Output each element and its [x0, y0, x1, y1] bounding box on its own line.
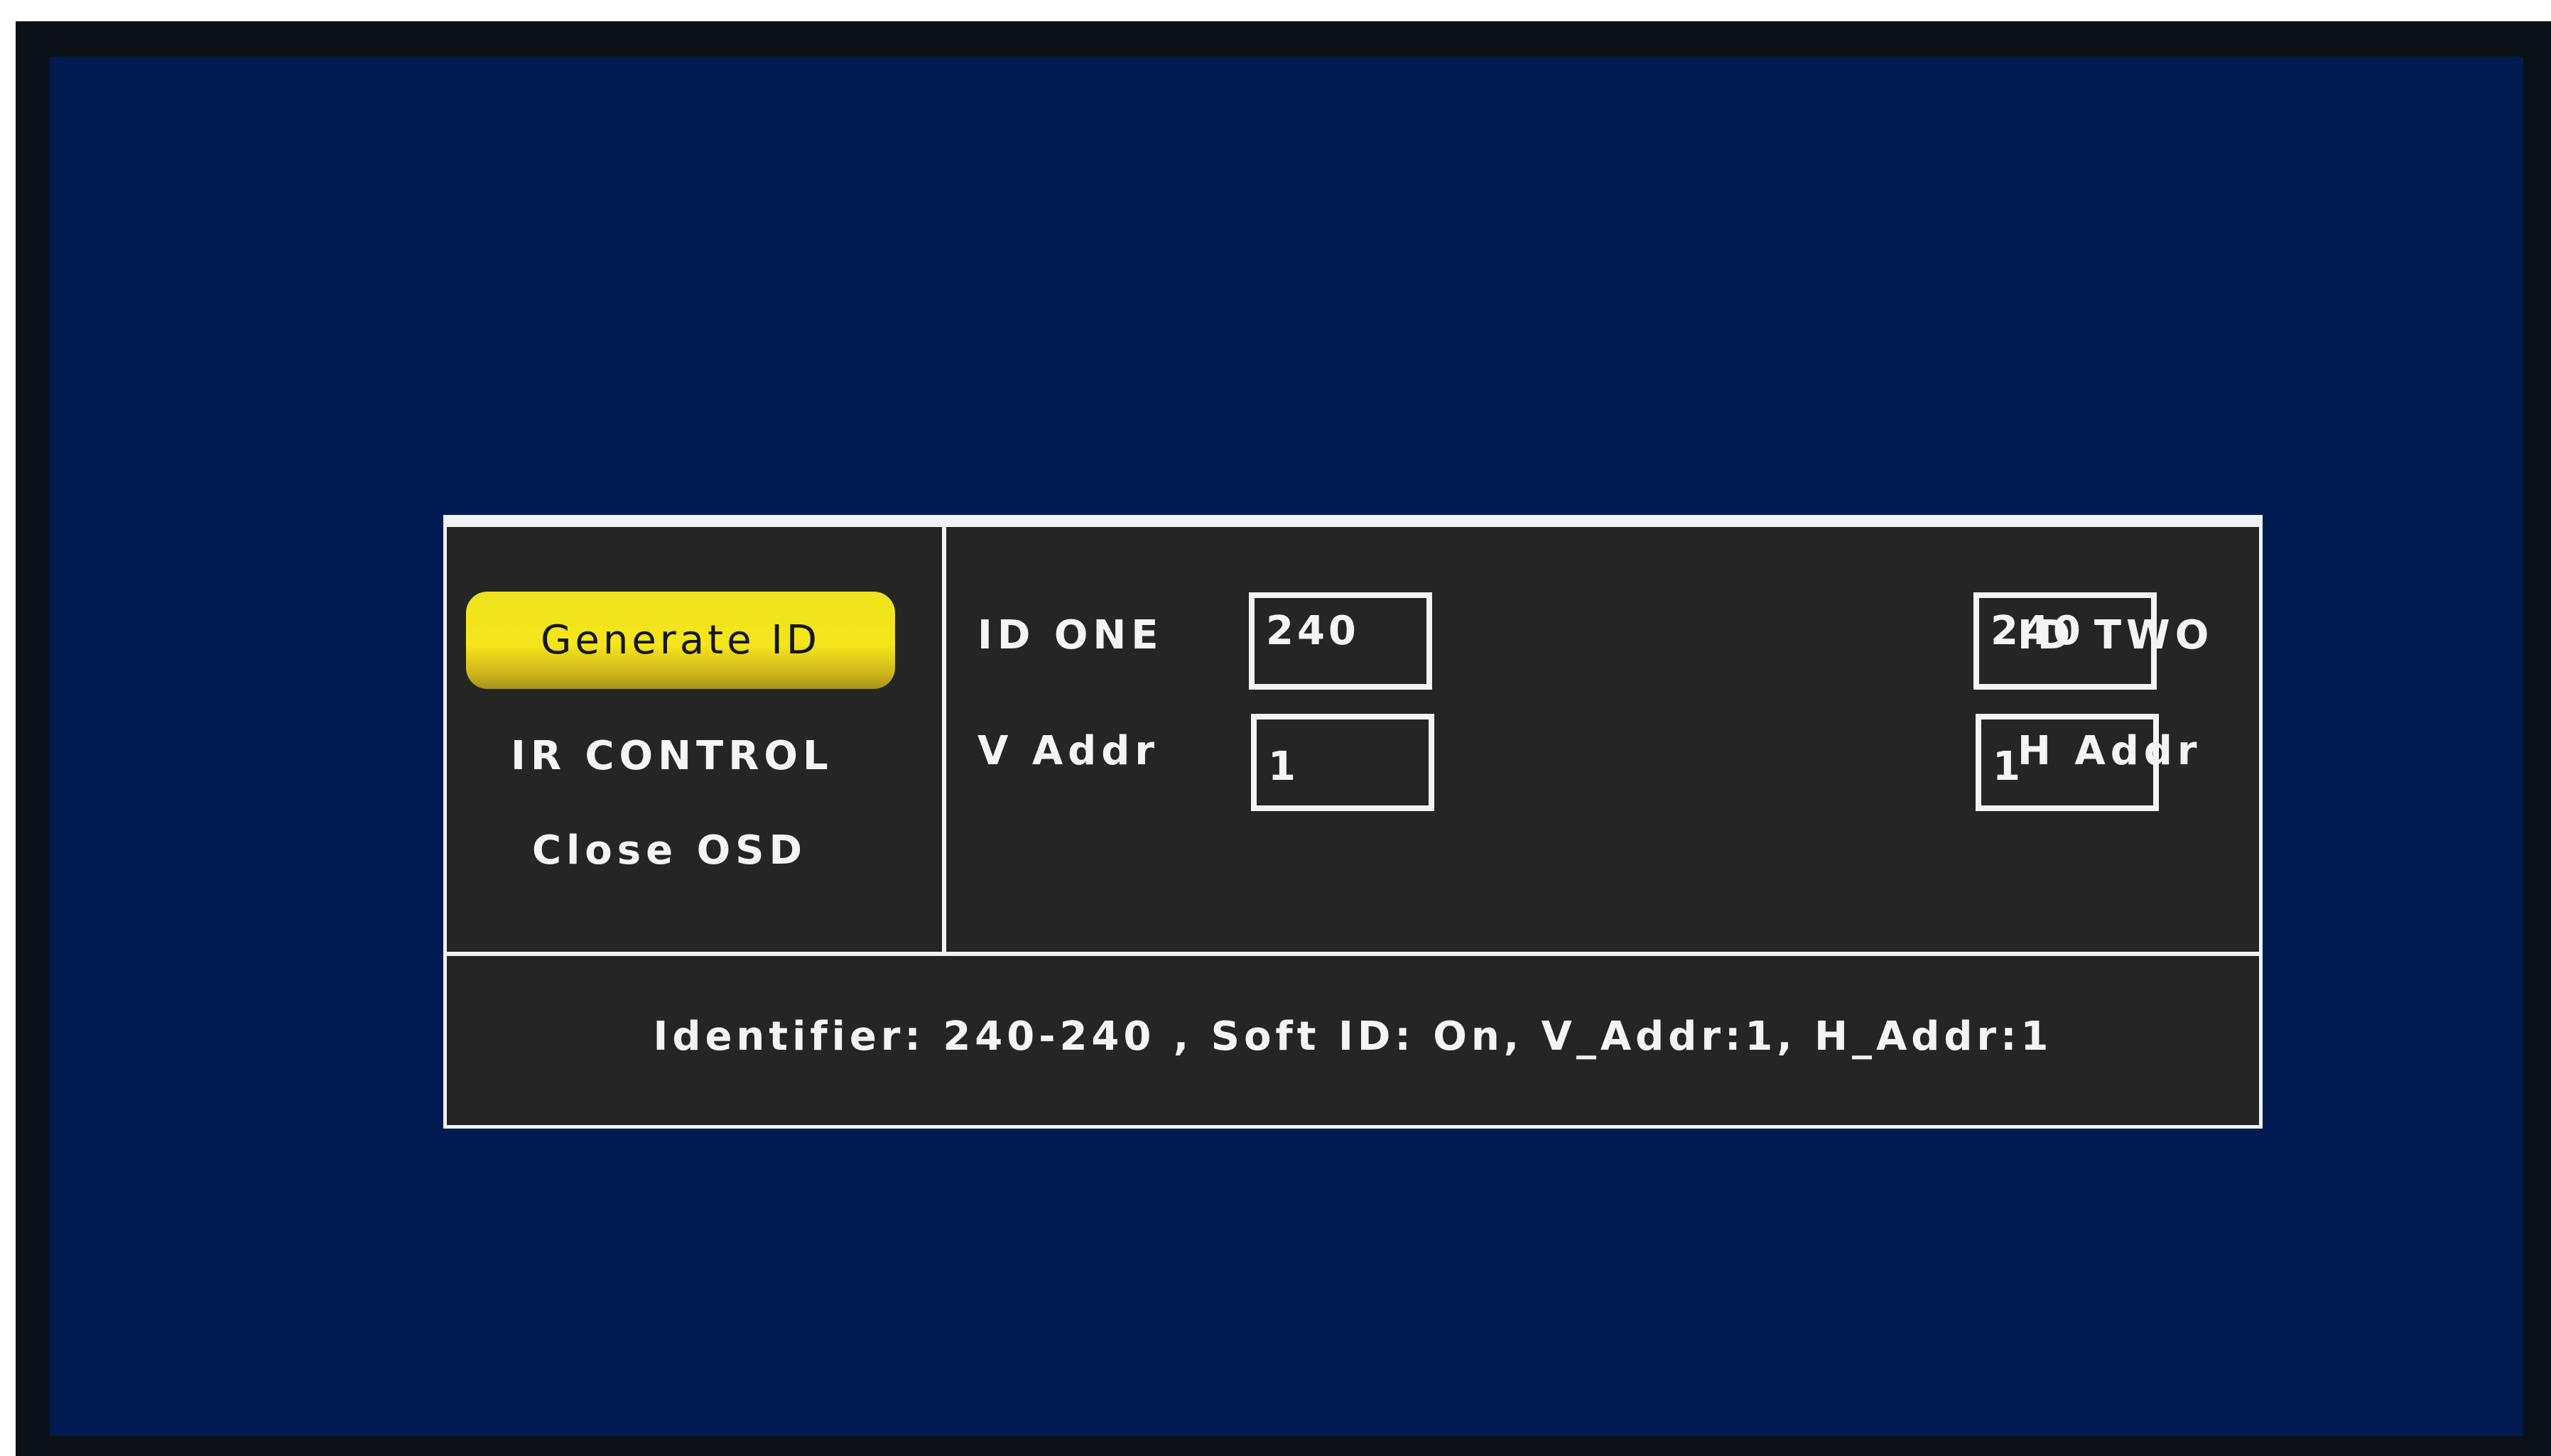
monitor-bezel: Generate ID IR CONTROL Close OSD ID ONE … — [16, 21, 2551, 1456]
h-addr-field[interactable]: 1 — [1976, 714, 2159, 811]
generate-id-button[interactable]: Generate ID — [466, 592, 895, 689]
id-two-field[interactable]: 240 — [1973, 592, 2157, 690]
v-addr-label: V Addr — [977, 728, 1159, 774]
display-screen: Generate ID IR CONTROL Close OSD ID ONE … — [50, 57, 2523, 1436]
ir-control-menu-item[interactable]: IR CONTROL — [511, 733, 833, 779]
osd-menu: Generate ID IR CONTROL Close OSD — [447, 527, 946, 952]
close-osd-menu-item[interactable]: Close OSD — [532, 827, 807, 874]
osd-top-border — [447, 518, 2259, 527]
id-one-label: ID ONE — [977, 612, 1164, 658]
status-text: Identifier: 240-240 , Soft ID: On, V_Add… — [653, 1013, 2053, 1060]
status-bar: Identifier: 240-240 , Soft ID: On, V_Add… — [447, 952, 2259, 1125]
id-settings-area: ID ONE 240 ID TWO 240 V Addr 1 H Addr 1 — [950, 527, 2259, 952]
id-one-field[interactable]: 240 — [1249, 592, 1432, 690]
osd-panel: Generate ID IR CONTROL Close OSD ID ONE … — [443, 515, 2263, 1129]
v-addr-field[interactable]: 1 — [1251, 714, 1434, 811]
